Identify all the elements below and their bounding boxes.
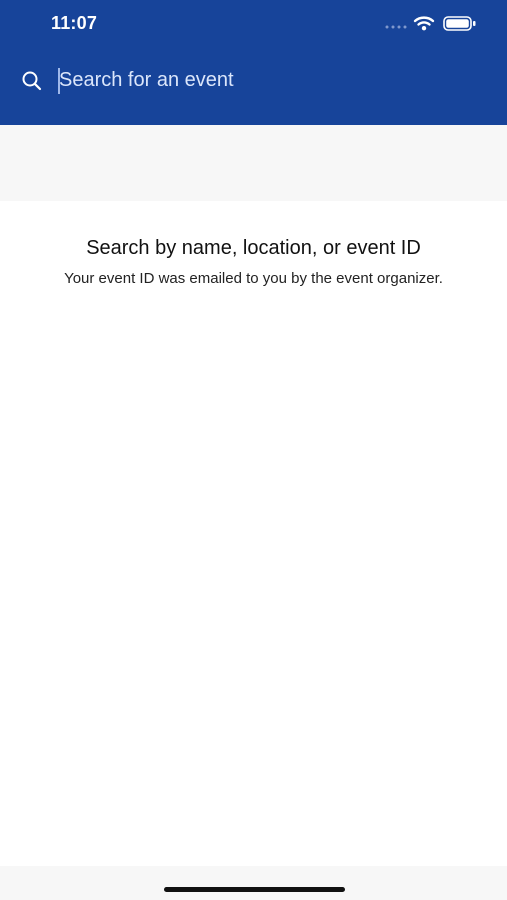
- search-bar[interactable]: [0, 58, 507, 102]
- empty-state-subtitle: Your event ID was emailed to you by the …: [64, 270, 443, 287]
- status-bar: 11:07: [0, 0, 507, 48]
- empty-state-title: Search by name, location, or event ID: [86, 237, 421, 259]
- search-input[interactable]: [58, 62, 479, 98]
- status-time: 11:07: [51, 13, 98, 33]
- search-header-spacer: [0, 125, 507, 201]
- cellular-signal-icon: [385, 25, 407, 29]
- empty-state: Search by name, location, or event ID Yo…: [0, 236, 507, 289]
- home-indicator[interactable]: [164, 887, 345, 892]
- wifi-icon: [413, 16, 435, 31]
- search-icon: [22, 71, 42, 91]
- app-header: 11:07: [0, 0, 507, 125]
- battery-icon: [443, 16, 476, 31]
- bottom-safe-area: [0, 866, 507, 900]
